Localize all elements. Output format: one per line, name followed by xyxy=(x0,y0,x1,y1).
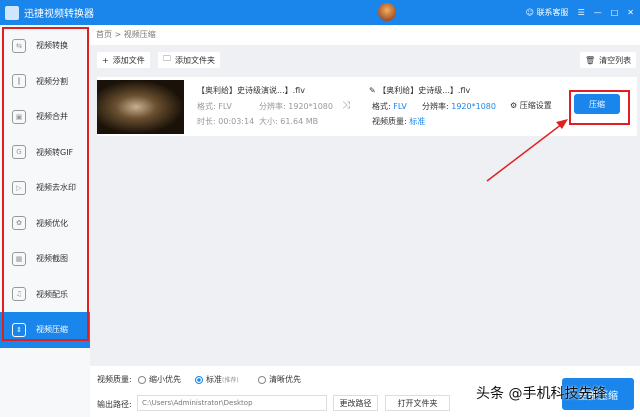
label: 清晰优先 xyxy=(269,375,301,384)
quality-label: 视频质量: xyxy=(97,375,132,384)
radio-icon xyxy=(258,375,266,384)
red-arrow xyxy=(486,119,568,182)
radio-smaller[interactable]: 缩小优先 xyxy=(138,374,181,385)
radio-clear[interactable]: 清晰优先 xyxy=(258,374,301,385)
radio-icon xyxy=(138,375,146,384)
watermark: 头条 @手机科技先锋 xyxy=(476,386,607,402)
open-folder-button[interactable]: 打开文件夹 xyxy=(385,395,450,411)
radio-standard[interactable]: 标准(推荐) xyxy=(195,374,239,385)
label: 缩小优先 xyxy=(149,375,181,384)
hint: (推荐) xyxy=(222,377,239,384)
output-path-input[interactable]: C:\Users\Administrator\Desktop xyxy=(137,395,327,411)
change-path-button[interactable]: 更改路径 xyxy=(333,395,378,411)
label: 标准 xyxy=(206,375,222,384)
path-label: 输出路径: xyxy=(97,400,132,409)
radio-icon xyxy=(195,375,203,384)
